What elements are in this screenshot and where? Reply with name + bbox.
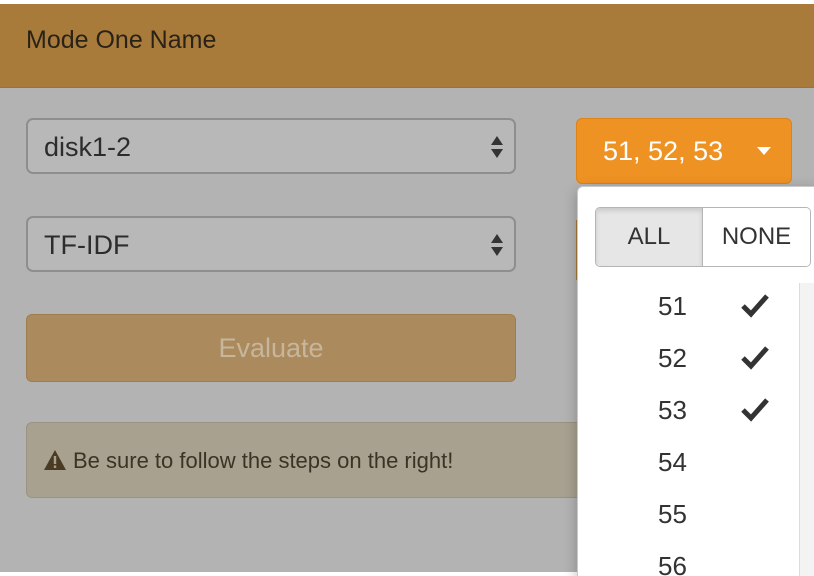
- option-label: 55: [658, 499, 687, 529]
- panel-title: Mode One Name: [26, 26, 217, 54]
- dataset-select-value: disk1-2: [44, 132, 132, 162]
- select-all-button[interactable]: ALL: [596, 208, 703, 266]
- select-arrows-icon: [491, 234, 503, 256]
- select-none-button[interactable]: NONE: [703, 208, 810, 266]
- option-item[interactable]: 55: [578, 487, 798, 539]
- option-item[interactable]: 53: [578, 383, 798, 435]
- checkmark-icon: [741, 398, 769, 422]
- dropdown-scrollbar[interactable]: [799, 283, 814, 576]
- option-label: 52: [658, 343, 687, 373]
- warning-text: Be sure to follow the steps on the right…: [73, 448, 454, 473]
- checkmark-icon: [741, 346, 769, 370]
- warning-icon: [44, 450, 66, 470]
- option-label: 56: [658, 551, 687, 576]
- model-select[interactable]: TF-IDF: [26, 216, 516, 272]
- option-label: 54: [658, 447, 687, 477]
- select-all-none-group: ALL NONE: [595, 207, 811, 267]
- caret-down-icon: [757, 147, 771, 155]
- multiselect-selected-label: 51, 52, 53: [603, 136, 724, 166]
- evaluate-button[interactable]: Evaluate: [26, 314, 516, 382]
- checkmark-icon: [741, 294, 769, 318]
- app-frame: Mode One Name disk1-2 TF-IDF Evaluate Be…: [0, 0, 814, 576]
- panel-header: Mode One Name: [0, 4, 814, 88]
- multiselect-dropdown: ALL NONE 51 52 53 54 55 56: [577, 186, 814, 576]
- dataset-select[interactable]: disk1-2: [26, 118, 516, 174]
- option-item[interactable]: 52: [578, 331, 798, 383]
- topic-multiselect-button[interactable]: 51, 52, 53: [576, 118, 792, 184]
- option-item[interactable]: 56: [578, 539, 798, 576]
- model-select-value: TF-IDF: [44, 230, 130, 260]
- option-label: 51: [658, 291, 687, 321]
- option-label: 53: [658, 395, 687, 425]
- select-arrows-icon: [491, 136, 503, 158]
- option-item[interactable]: 51: [578, 279, 798, 331]
- option-item[interactable]: 54: [578, 435, 798, 487]
- warning-alert: Be sure to follow the steps on the right…: [26, 422, 586, 498]
